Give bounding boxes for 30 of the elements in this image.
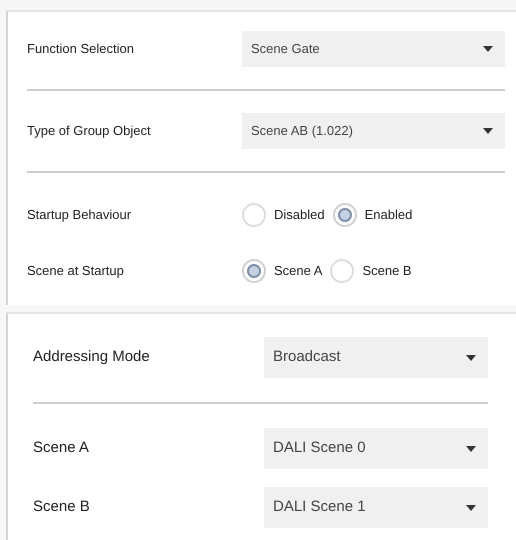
field-label: Scene B — [33, 497, 91, 518]
radio-label: Disabled — [274, 206, 325, 224]
field-label: Function Selection — [27, 40, 135, 58]
caret-icon — [466, 354, 476, 360]
radio-button[interactable] — [242, 259, 266, 283]
radio-button[interactable] — [330, 259, 354, 283]
caret-icon — [483, 128, 493, 134]
dropdown-value: Scene Gate — [251, 40, 320, 58]
radio-button[interactable] — [242, 203, 266, 227]
dropdown-value: Scene AB (1.022) — [251, 122, 353, 140]
field-label: Scene A — [33, 438, 90, 458]
radio-label: Enabled — [364, 206, 412, 224]
field-label: Scene at Startup — [27, 262, 125, 280]
radio-label: Scene B — [362, 262, 412, 280]
dropdown[interactable]: Scene Gate — [242, 31, 505, 67]
caret-icon — [483, 46, 493, 52]
radio-button[interactable] — [332, 203, 357, 227]
dropdown[interactable]: Scene AB (1.022) — [242, 113, 505, 149]
dropdown-value: DALI Scene 0 — [273, 438, 366, 458]
dropdown-value: Broadcast — [273, 347, 341, 368]
caret-icon — [466, 504, 476, 510]
field-label: Startup Behaviour — [27, 206, 132, 224]
caret-icon — [466, 446, 476, 452]
field-label: Type of Group Object — [27, 122, 152, 140]
dropdown[interactable]: DALI Scene 0 — [264, 428, 488, 469]
radio-label: Scene A — [274, 262, 322, 280]
dropdown[interactable]: Broadcast — [264, 337, 488, 378]
dropdown-value: DALI Scene 1 — [273, 497, 366, 518]
dropdown[interactable]: DALI Scene 1 — [264, 487, 488, 528]
field-label: Addressing Mode — [33, 347, 151, 368]
